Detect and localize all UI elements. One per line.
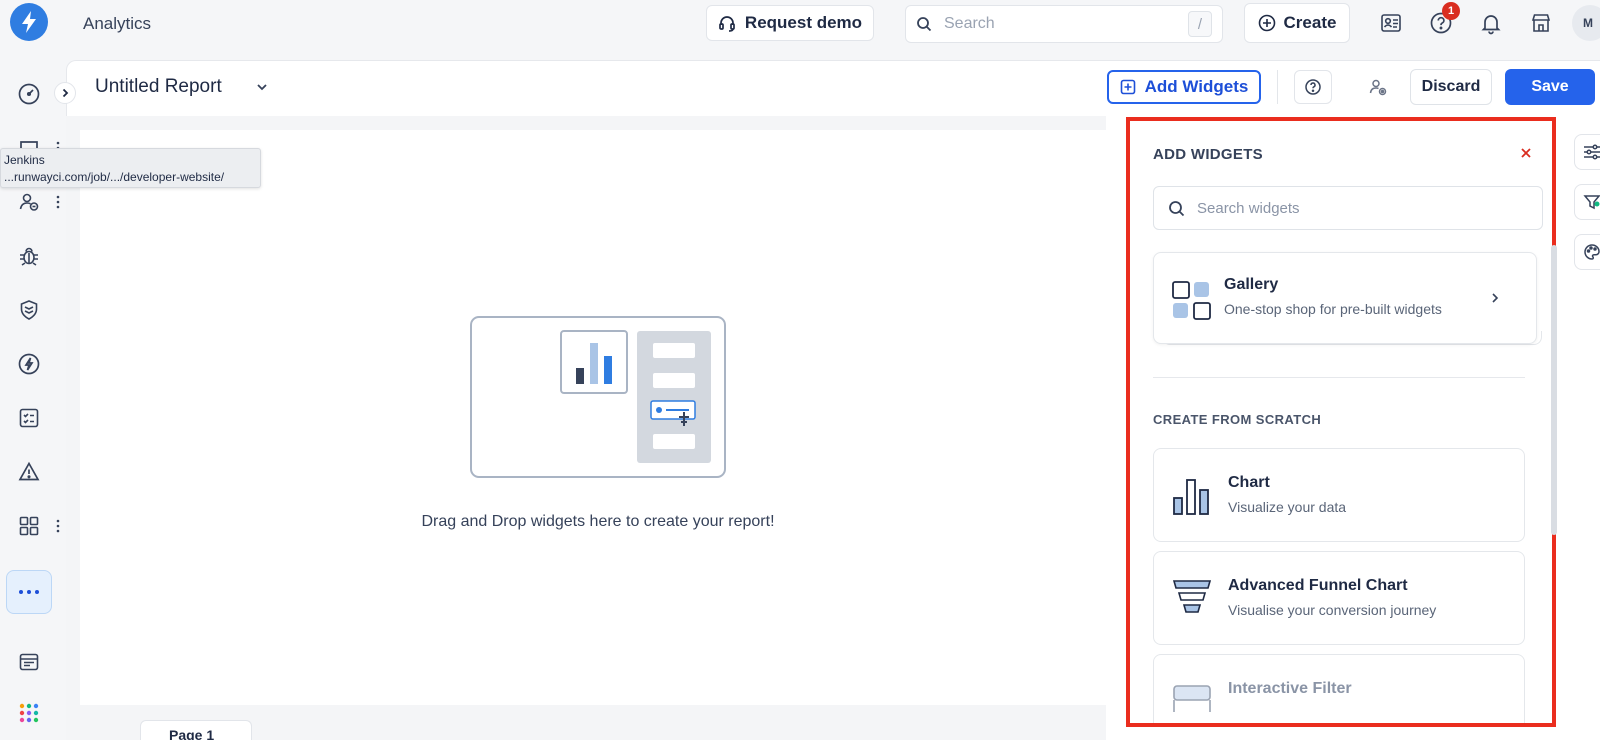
chevron-right-icon <box>1488 291 1502 305</box>
palette-icon[interactable] <box>1574 234 1600 270</box>
contacts-card-icon[interactable] <box>1378 10 1404 36</box>
panel-divider <box>1153 377 1525 378</box>
user-settings-icon <box>1369 79 1387 96</box>
product-switcher-icon[interactable] <box>16 700 42 726</box>
chevron-right-icon <box>62 88 69 98</box>
marketplace-store-icon[interactable] <box>1528 10 1554 36</box>
expand-sidebar-button[interactable] <box>54 82 76 104</box>
settings-sliders-icon[interactable] <box>1574 134 1600 170</box>
shield-icon[interactable] <box>16 297 42 323</box>
widget-search-placeholder: Search widgets <box>1197 199 1300 217</box>
report-help-button[interactable] <box>1294 70 1332 104</box>
panel-scrollbar[interactable] <box>1551 245 1557 535</box>
chevron-down-icon[interactable] <box>253 78 271 96</box>
filter-funnel-icon[interactable] <box>1574 184 1600 220</box>
create-from-scratch-label: CREATE FROM SCRATCH <box>1153 412 1322 427</box>
more-menu-button[interactable] <box>6 570 52 614</box>
filter-icon <box>1170 680 1214 723</box>
close-icon[interactable] <box>1518 145 1534 161</box>
widget-search-input[interactable]: Search widgets <box>1153 186 1543 230</box>
global-search-input[interactable]: Search / <box>905 5 1223 43</box>
create-label: Create <box>1283 13 1337 32</box>
bell-icon[interactable] <box>1478 10 1504 36</box>
panel-title: ADD WIDGETS <box>1153 146 1263 163</box>
plus-square-icon <box>1120 79 1136 95</box>
question-circle-icon <box>1305 79 1321 95</box>
search-shortcut-key: / <box>1188 11 1212 37</box>
widget-title: Interactive Filter <box>1228 680 1352 697</box>
keyboard-shortcuts-icon[interactable] <box>16 649 42 675</box>
funnel-icon <box>1170 577 1214 621</box>
contacts-icon[interactable] <box>16 189 42 215</box>
warning-icon[interactable] <box>16 459 42 485</box>
header-divider <box>1277 70 1278 104</box>
freshworks-logo-icon[interactable] <box>10 3 48 41</box>
create-button[interactable]: Create <box>1244 3 1350 43</box>
help-badge: 1 <box>1442 2 1460 20</box>
gallery-title: Gallery <box>1224 276 1279 293</box>
add-widgets-label: Add Widgets <box>1144 77 1249 96</box>
widget-title: Chart <box>1228 474 1270 491</box>
link-tooltip: Jenkins ...runwayci.com/job/.../develope… <box>0 148 261 188</box>
gallery-card[interactable]: Gallery One-stop shop for pre-built widg… <box>1153 252 1537 344</box>
gallery-subtitle: One-stop shop for pre-built widgets <box>1224 301 1442 317</box>
top-bar: Analytics Request demo Search / Create 1… <box>0 0 1600 46</box>
bolt-circle-icon[interactable] <box>16 351 42 377</box>
discard-button[interactable]: Discard <box>1410 69 1492 105</box>
dashboard-gauge-icon[interactable] <box>16 81 42 107</box>
share-access-button[interactable] <box>1364 70 1392 104</box>
request-demo-button[interactable]: Request demo <box>706 5 874 41</box>
report-title[interactable]: Untitled Report <box>95 76 222 98</box>
widget-card-interactive-filter[interactable]: Interactive Filter <box>1153 654 1525 723</box>
apps-grid-icon[interactable] <box>16 513 42 539</box>
tooltip-url: ...runwayci.com/job/.../developer-websit… <box>4 170 225 184</box>
checklist-icon[interactable] <box>16 405 42 431</box>
tooltip-title: Jenkins <box>4 153 45 167</box>
widget-card-chart[interactable]: Chart Visualize your data <box>1153 448 1525 542</box>
widget-subtitle: Visualise your conversion journey <box>1228 602 1437 618</box>
bug-icon[interactable] <box>16 243 42 269</box>
plus-circle-icon <box>1258 14 1276 32</box>
widget-subtitle: Visualize your data <box>1228 499 1347 515</box>
search-icon <box>1168 200 1185 217</box>
widget-card-advanced-funnel-chart[interactable]: Advanced Funnel Chart Visualise your con… <box>1153 551 1525 645</box>
user-avatar[interactable]: M <box>1572 5 1600 41</box>
page-tab[interactable]: Page 1 <box>140 720 252 740</box>
search-icon <box>916 16 932 32</box>
empty-state-message: Drag and Drop widgets here to create you… <box>421 513 775 530</box>
bar-chart-icon <box>1170 474 1214 518</box>
global-search-placeholder: Search <box>944 15 995 32</box>
add-widgets-panel: ADD WIDGETS Search widgets Gallery One-s… <box>1126 117 1556 727</box>
more-dots-icon <box>19 590 39 594</box>
add-widgets-button[interactable]: Add Widgets <box>1107 70 1261 104</box>
empty-state-illustration <box>470 316 726 478</box>
save-button[interactable]: Save <box>1505 69 1595 105</box>
gallery-grid-icon <box>1170 277 1214 321</box>
request-demo-label: Request demo <box>744 13 863 32</box>
headset-icon <box>718 14 736 32</box>
contacts-more-icon[interactable] <box>53 192 63 212</box>
apps-more-icon[interactable] <box>53 516 63 536</box>
widget-title: Advanced Funnel Chart <box>1228 577 1408 594</box>
app-title: Analytics <box>83 14 152 33</box>
